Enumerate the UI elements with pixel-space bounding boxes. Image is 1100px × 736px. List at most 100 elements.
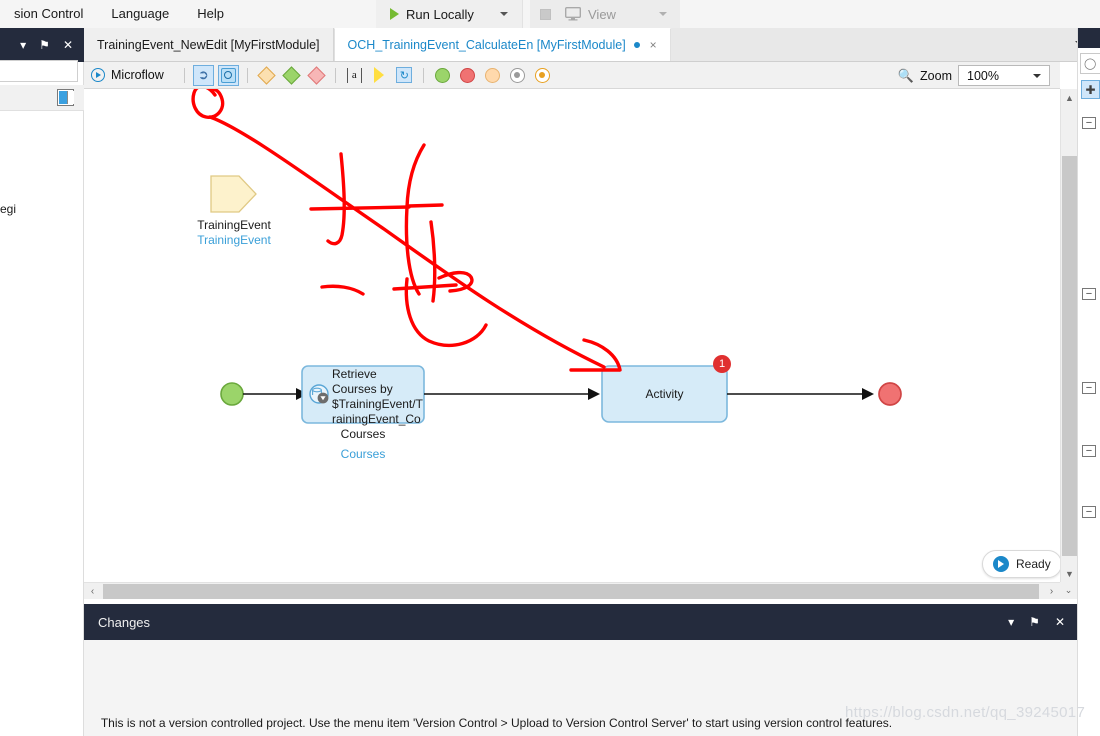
changes-panel-title: Changes	[98, 614, 151, 630]
horizontal-scroll-thumb[interactable]	[103, 584, 1039, 599]
retrieve-activity-line-4: rainingEvent_Co	[332, 412, 421, 426]
editor-toolbar: Microflow ➲ a ↻ 🔍 Zoom 100%	[84, 62, 1060, 89]
parameter-shape[interactable]	[210, 175, 257, 213]
run-locally-dropdown[interactable]	[486, 0, 522, 28]
zoom-select[interactable]: 100%	[958, 65, 1050, 86]
end-event-shape[interactable]	[878, 382, 902, 406]
scroll-right-button[interactable]: ›	[1043, 583, 1060, 600]
close-icon[interactable]: ✕	[1055, 615, 1065, 629]
collapse-icon[interactable]: −	[1082, 288, 1096, 300]
search-input[interactable]: ◯	[1080, 53, 1100, 74]
loop-tool[interactable]: ↻	[394, 65, 415, 86]
canvas-horizontal-scrollbar[interactable]: ‹ ›	[84, 582, 1060, 599]
scrollbar-corner[interactable]: ⌄	[1060, 582, 1077, 599]
view-button[interactable]: View	[565, 7, 616, 22]
microflow-call-icon	[220, 67, 236, 83]
retrieve-activity-line-2: Courses by	[332, 382, 393, 396]
chevron-down-icon[interactable]: ▾	[20, 39, 26, 51]
view-dropdown-caret-icon[interactable]	[659, 12, 667, 16]
add-button[interactable]: ✚	[1081, 80, 1100, 99]
start-event-shape[interactable]	[220, 382, 244, 406]
split-decision-tool[interactable]	[256, 65, 277, 86]
menu-item-help[interactable]: Help	[183, 0, 238, 28]
magnifier-icon: 🔍	[897, 67, 915, 83]
left-panel-tree-item[interactable]: egi	[0, 202, 16, 216]
play-icon	[390, 8, 399, 20]
view-toolbar-group: View	[530, 0, 680, 28]
left-panel-toolbar	[0, 85, 84, 111]
menu-bar: sion Control Language Help Run Locally V…	[0, 0, 1100, 28]
annotation-tool[interactable]: a	[344, 65, 365, 86]
changes-panel-header: Changes ▾ ⚑ ✕	[84, 604, 1077, 640]
collapse-icon[interactable]: −	[1082, 117, 1096, 129]
diamond-pink-icon	[307, 65, 326, 85]
microflow-title-label: Microflow	[111, 68, 164, 82]
close-icon[interactable]: ×	[650, 38, 657, 52]
generic-activity-label: Activity	[645, 387, 684, 401]
yellow-arrow-icon	[374, 67, 385, 83]
toolbar-separator	[183, 67, 185, 83]
error-event-tool[interactable]	[532, 65, 553, 86]
tab-label: TrainingEvent_NewEdit [MyFirstModule]	[97, 37, 320, 52]
editor-tab-bar: TrainingEvent_NewEdit [MyFirstModule] OC…	[84, 28, 1100, 62]
scroll-left-button[interactable]: ‹	[84, 583, 101, 600]
circle-amber-icon	[534, 67, 550, 83]
merge-tool[interactable]	[281, 65, 302, 86]
collapse-icon[interactable]: −	[1082, 445, 1096, 457]
chevron-down-icon	[499, 12, 508, 16]
parameter-type-label: TrainingEvent	[197, 233, 271, 247]
menu-item-language[interactable]: Language	[97, 0, 183, 28]
microflow-icon	[91, 68, 105, 82]
circle-green-icon	[434, 67, 450, 83]
parameter-tool[interactable]	[369, 65, 390, 86]
circle-red-icon	[459, 67, 475, 83]
vertical-scroll-thumb[interactable]	[1062, 156, 1077, 556]
continue-event-tool[interactable]	[482, 65, 503, 86]
ready-status-pill[interactable]: Ready	[982, 550, 1060, 578]
scroll-down-button[interactable]: ▼	[1061, 565, 1078, 582]
pin-icon[interactable]: ⚑	[1029, 615, 1040, 629]
left-panel: egi	[0, 60, 84, 736]
toolbar-separator	[246, 67, 248, 83]
microflow-title: Microflow	[91, 68, 164, 82]
scroll-up-button[interactable]: ▲	[1061, 89, 1078, 106]
run-locally-button[interactable]: Run Locally	[376, 0, 486, 28]
end-event-tool[interactable]	[457, 65, 478, 86]
unsaved-indicator-icon	[633, 42, 640, 48]
status-badge[interactable]: 1	[713, 355, 731, 373]
watermark-text: https://blog.csdn.net/qq_39245017	[845, 704, 1086, 721]
zoom-control: 🔍 Zoom 100%	[898, 65, 1050, 86]
tab-label: OCH_TrainingEvent_CalculateEn [MyFirstMo…	[347, 38, 626, 52]
retrieve-activity-line-1: Retrieve	[332, 367, 377, 381]
zoom-value: 100%	[967, 68, 999, 83]
microflow-canvas[interactable]: TrainingEvent TrainingEvent Retrieve Cou…	[84, 89, 1060, 582]
canvas-vertical-scrollbar[interactable]: ▲ ▼	[1060, 89, 1077, 582]
dock-left-icon[interactable]	[57, 89, 74, 106]
text-a-icon: a	[346, 67, 362, 83]
chevron-down-icon	[1033, 74, 1041, 78]
diamond-orange-icon	[257, 65, 276, 85]
break-event-tool[interactable]	[507, 65, 528, 86]
plus-icon: ✚	[1085, 82, 1096, 97]
cursor-icon: ➲	[197, 67, 209, 82]
error-handler-tool[interactable]	[306, 65, 327, 86]
ready-label: Ready	[1016, 557, 1051, 571]
pin-icon[interactable]: ⚑	[39, 39, 50, 51]
microflow-call-tool[interactable]	[217, 64, 239, 86]
menu-item-version-control[interactable]: sion Control	[0, 0, 97, 28]
stop-icon[interactable]	[540, 8, 551, 20]
run-toolbar-group: Run Locally	[376, 0, 523, 28]
left-panel-search-input[interactable]	[0, 60, 78, 82]
parameter-name-label: TrainingEvent	[197, 218, 271, 232]
chevron-down-icon[interactable]: ▾	[1008, 615, 1014, 629]
toolbar-separator	[422, 67, 424, 83]
close-icon[interactable]: ✕	[63, 39, 73, 51]
select-cursor-tool[interactable]: ➲	[192, 64, 214, 86]
tab-och-trainingevent-calculateen[interactable]: OCH_TrainingEvent_CalculateEn [MyFirstMo…	[333, 28, 671, 61]
monitor-icon	[565, 7, 581, 21]
tab-trainingevent-newedit[interactable]: TrainingEvent_NewEdit [MyFirstModule]	[84, 28, 334, 61]
start-event-tool[interactable]	[432, 65, 453, 86]
collapse-icon[interactable]: −	[1082, 382, 1096, 394]
collapse-icon[interactable]: −	[1082, 506, 1096, 518]
zoom-label: Zoom	[920, 68, 952, 83]
